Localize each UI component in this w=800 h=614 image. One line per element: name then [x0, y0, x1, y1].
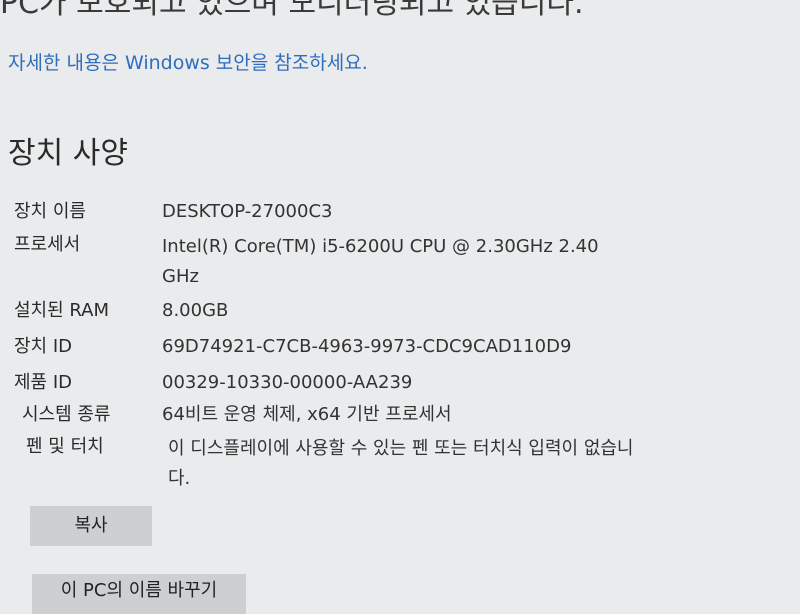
spec-label: 펜 및 터치 [26, 436, 104, 457]
rename-pc-button[interactable]: 이 PC의 이름 바꾸기 [32, 574, 246, 614]
spec-value: 64비트 운영 체제, x64 기반 프로세서 [162, 404, 452, 425]
spec-label: 프로세서 [14, 234, 81, 255]
spec-value: Intel(R) Core(TM) i5-6200U CPU @ 2.30GHz… [162, 236, 599, 287]
spec-value: 00329-10330-00000-AA239 [162, 372, 413, 393]
spec-label: 장치 이름 [14, 201, 86, 222]
spec-label: 제품 ID [14, 372, 73, 393]
spec-label: 설치된 RAM [14, 300, 110, 321]
spec-label: 장치 ID [14, 336, 73, 357]
spec-label: 시스템 종류 [22, 404, 111, 425]
spec-value: 이 디스플레이에 사용할 수 있는 펜 또는 터치식 입력이 없습니다. [168, 438, 634, 489]
copy-button[interactable]: 복사 [30, 506, 152, 546]
spec-value: DESKTOP-27000C3 [162, 201, 333, 222]
spec-value: 69D74921-C7CB-4963-9973-CDC9CAD110D9 [162, 336, 572, 357]
spec-value: 8.00GB [162, 300, 229, 321]
